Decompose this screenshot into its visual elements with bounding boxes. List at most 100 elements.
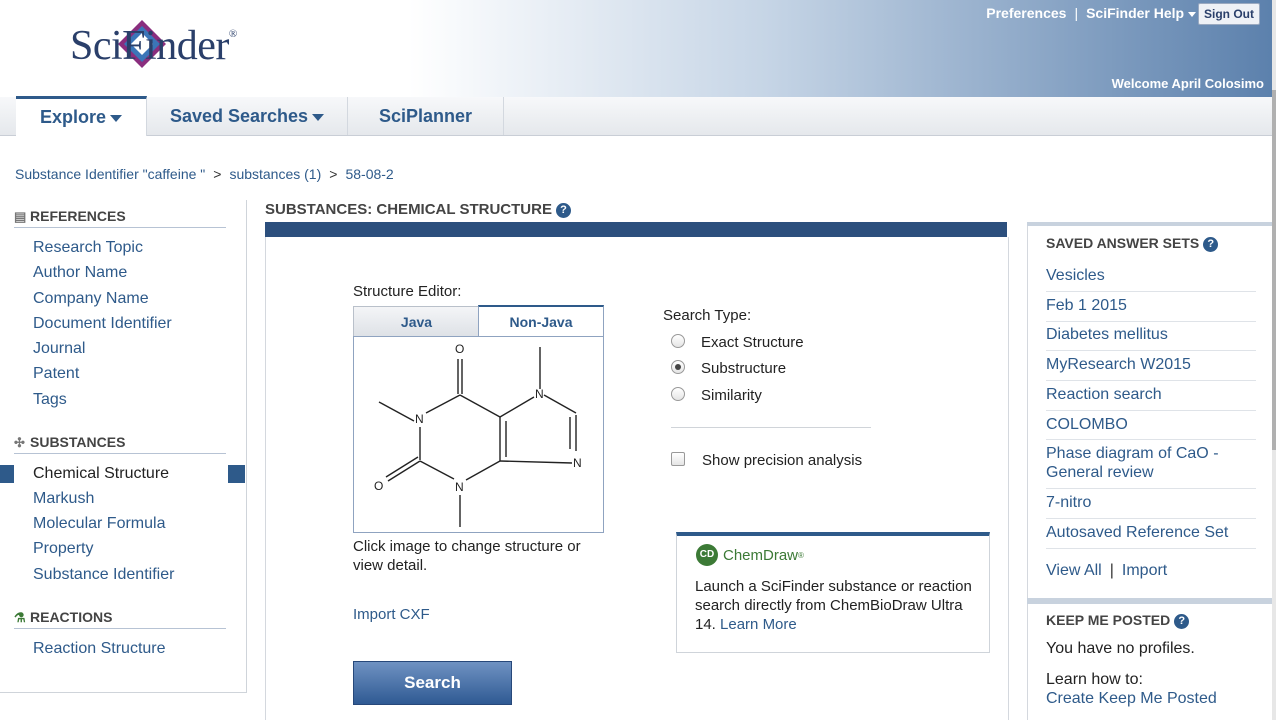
tab-non-java[interactable]: Non-Java: [478, 305, 604, 337]
main-nav: Explore Saved Searches SciPlanner: [0, 96, 1276, 136]
top-links: Preferences | SciFinder Help: [986, 5, 1196, 21]
saved-set-item[interactable]: Reaction search: [1046, 385, 1256, 404]
create-keep-me-posted-link[interactable]: Create Keep Me Posted: [1046, 690, 1217, 708]
breadcrumb: Substance Identifier "caffeine " > substan…: [15, 166, 394, 182]
saved-set-item[interactable]: 7-nitro: [1046, 493, 1256, 512]
current-item-marker: [228, 465, 245, 483]
chevron-down-icon: [1188, 11, 1196, 17]
structure-editor-label: Structure Editor:: [353, 283, 462, 300]
atom-label: O: [455, 342, 464, 356]
chevron-down-icon: [110, 114, 123, 122]
saved-set-item[interactable]: Vesicles: [1046, 266, 1256, 285]
flask-icon: ⚗: [14, 610, 26, 625]
saved-set-item[interactable]: Diabetes mellitus: [1046, 325, 1256, 344]
breadcrumb-separator: >: [329, 166, 338, 182]
radio-button[interactable]: [671, 334, 685, 348]
document-icon: ▤: [14, 209, 27, 224]
atom-label: N: [415, 412, 424, 426]
chemdraw-logo: CD ChemDraw ®: [696, 544, 804, 566]
sidebar-item-research-topic[interactable]: Research Topic: [33, 239, 143, 257]
sidebar-item-journal[interactable]: Journal: [33, 340, 85, 358]
help-icon[interactable]: ?: [1203, 236, 1219, 252]
checkbox[interactable]: [671, 452, 685, 466]
molecule-icon: ✣: [14, 435, 25, 450]
sidebar-item-property[interactable]: Property: [33, 540, 93, 558]
saved-set-item[interactable]: MyResearch W2015: [1046, 355, 1256, 374]
tab-java[interactable]: Java: [353, 306, 480, 338]
search-type-exact[interactable]: Exact Structure: [671, 334, 804, 351]
tab-sciplanner[interactable]: SciPlanner: [348, 97, 504, 135]
breadcrumb-cas-number[interactable]: 58-08-2: [345, 166, 393, 182]
tab-saved-searches[interactable]: Saved Searches: [147, 97, 348, 135]
learn-how-text: Learn how to:: [1046, 671, 1143, 688]
saved-set-item[interactable]: Phase diagram of CaO - General review: [1046, 444, 1256, 482]
welcome-text: Welcome April Colosimo: [1111, 76, 1264, 91]
chevron-down-icon: [312, 113, 325, 121]
separator: |: [1109, 562, 1114, 579]
atom-label: O: [374, 479, 383, 493]
sidebar-item-reaction-structure[interactable]: Reaction Structure: [33, 640, 166, 658]
breadcrumb-substances[interactable]: substances (1): [229, 166, 321, 182]
current-item-marker: [0, 465, 14, 483]
import-link[interactable]: Import: [1122, 562, 1167, 579]
sidebar-item-substance-identifier[interactable]: Substance Identifier: [33, 566, 174, 584]
sidebar-item-chemical-structure[interactable]: Chemical Structure: [33, 465, 169, 483]
divider: [1046, 321, 1256, 322]
substances-heading: ✣ SUBSTANCES: [14, 434, 226, 454]
title-bar: [265, 222, 1007, 237]
caffeine-structure-image: O N N N O N: [374, 342, 582, 527]
references-heading: ▤ REFERENCES: [14, 208, 226, 228]
radio-button[interactable]: [671, 360, 685, 374]
preferences-link[interactable]: Preferences: [986, 5, 1066, 21]
scrollbar-thumb[interactable]: [1272, 90, 1276, 450]
divider: [1046, 518, 1256, 519]
search-button[interactable]: Search: [353, 661, 512, 705]
atom-label: N: [573, 456, 582, 470]
sidebar-item-company-name[interactable]: Company Name: [33, 290, 149, 308]
logo-wordmark[interactable]: SciFinder®: [70, 22, 237, 70]
sign-out-button[interactable]: Sign Out: [1198, 3, 1260, 25]
reactions-heading: ⚗ REACTIONS: [14, 609, 226, 629]
breadcrumb-substance-identifier[interactable]: Substance Identifier "caffeine ": [15, 166, 205, 182]
search-type-substructure[interactable]: Substructure: [671, 360, 786, 377]
sidebar-item-tags[interactable]: Tags: [33, 391, 67, 409]
sidebar-item-markush[interactable]: Markush: [33, 490, 94, 508]
keep-me-posted-bar: [1027, 598, 1272, 604]
tab-explore[interactable]: Explore: [16, 96, 147, 136]
keep-me-posted-heading: KEEP ME POSTED?: [1046, 612, 1190, 629]
help-icon[interactable]: ?: [1174, 613, 1190, 629]
saved-set-item[interactable]: Autosaved Reference Set: [1046, 523, 1256, 542]
saved-set-item[interactable]: COLOMBO: [1046, 415, 1256, 434]
search-type-similarity[interactable]: Similarity: [671, 387, 762, 404]
saved-answer-sets-heading: SAVED ANSWER SETS?: [1046, 235, 1219, 252]
saved-sets-actions: View All | Import: [1046, 562, 1167, 580]
sidebar-item-molecular-formula[interactable]: Molecular Formula: [33, 515, 165, 533]
atom-label: N: [535, 387, 544, 401]
sidebar-item-document-identifier[interactable]: Document Identifier: [33, 315, 172, 333]
separator: |: [1074, 5, 1079, 21]
breadcrumb-separator: >: [213, 166, 222, 182]
chemdraw-name: ChemDraw: [723, 546, 799, 564]
import-cxf-link[interactable]: Import CXF: [353, 606, 430, 623]
sidebar-item-author-name[interactable]: Author Name: [33, 264, 127, 282]
sidebar-item-patent[interactable]: Patent: [33, 365, 79, 383]
saved-set-item[interactable]: Feb 1 2015: [1046, 296, 1256, 315]
trademark-mark: ®: [798, 550, 804, 560]
structure-hint: Click image to change structure or view …: [353, 538, 581, 574]
no-profiles-text: You have no profiles.: [1046, 640, 1195, 657]
divider: [1046, 439, 1256, 440]
view-all-link[interactable]: View All: [1046, 562, 1102, 579]
scifinder-help-link[interactable]: SciFinder Help: [1086, 5, 1196, 21]
radio-button[interactable]: [671, 387, 685, 401]
atom-label: N: [455, 480, 464, 494]
structure-drawing[interactable]: O N N N O N: [353, 336, 604, 533]
learn-more-link[interactable]: Learn More: [720, 616, 797, 633]
search-type-label: Search Type:: [663, 307, 752, 324]
divider: [1046, 410, 1256, 411]
divider: [1046, 291, 1256, 292]
precision-analysis-option[interactable]: Show precision analysis: [671, 452, 862, 469]
divider: [1046, 380, 1256, 381]
divider: [1046, 548, 1256, 549]
divider: [1046, 350, 1256, 351]
help-icon[interactable]: ?: [555, 202, 571, 218]
